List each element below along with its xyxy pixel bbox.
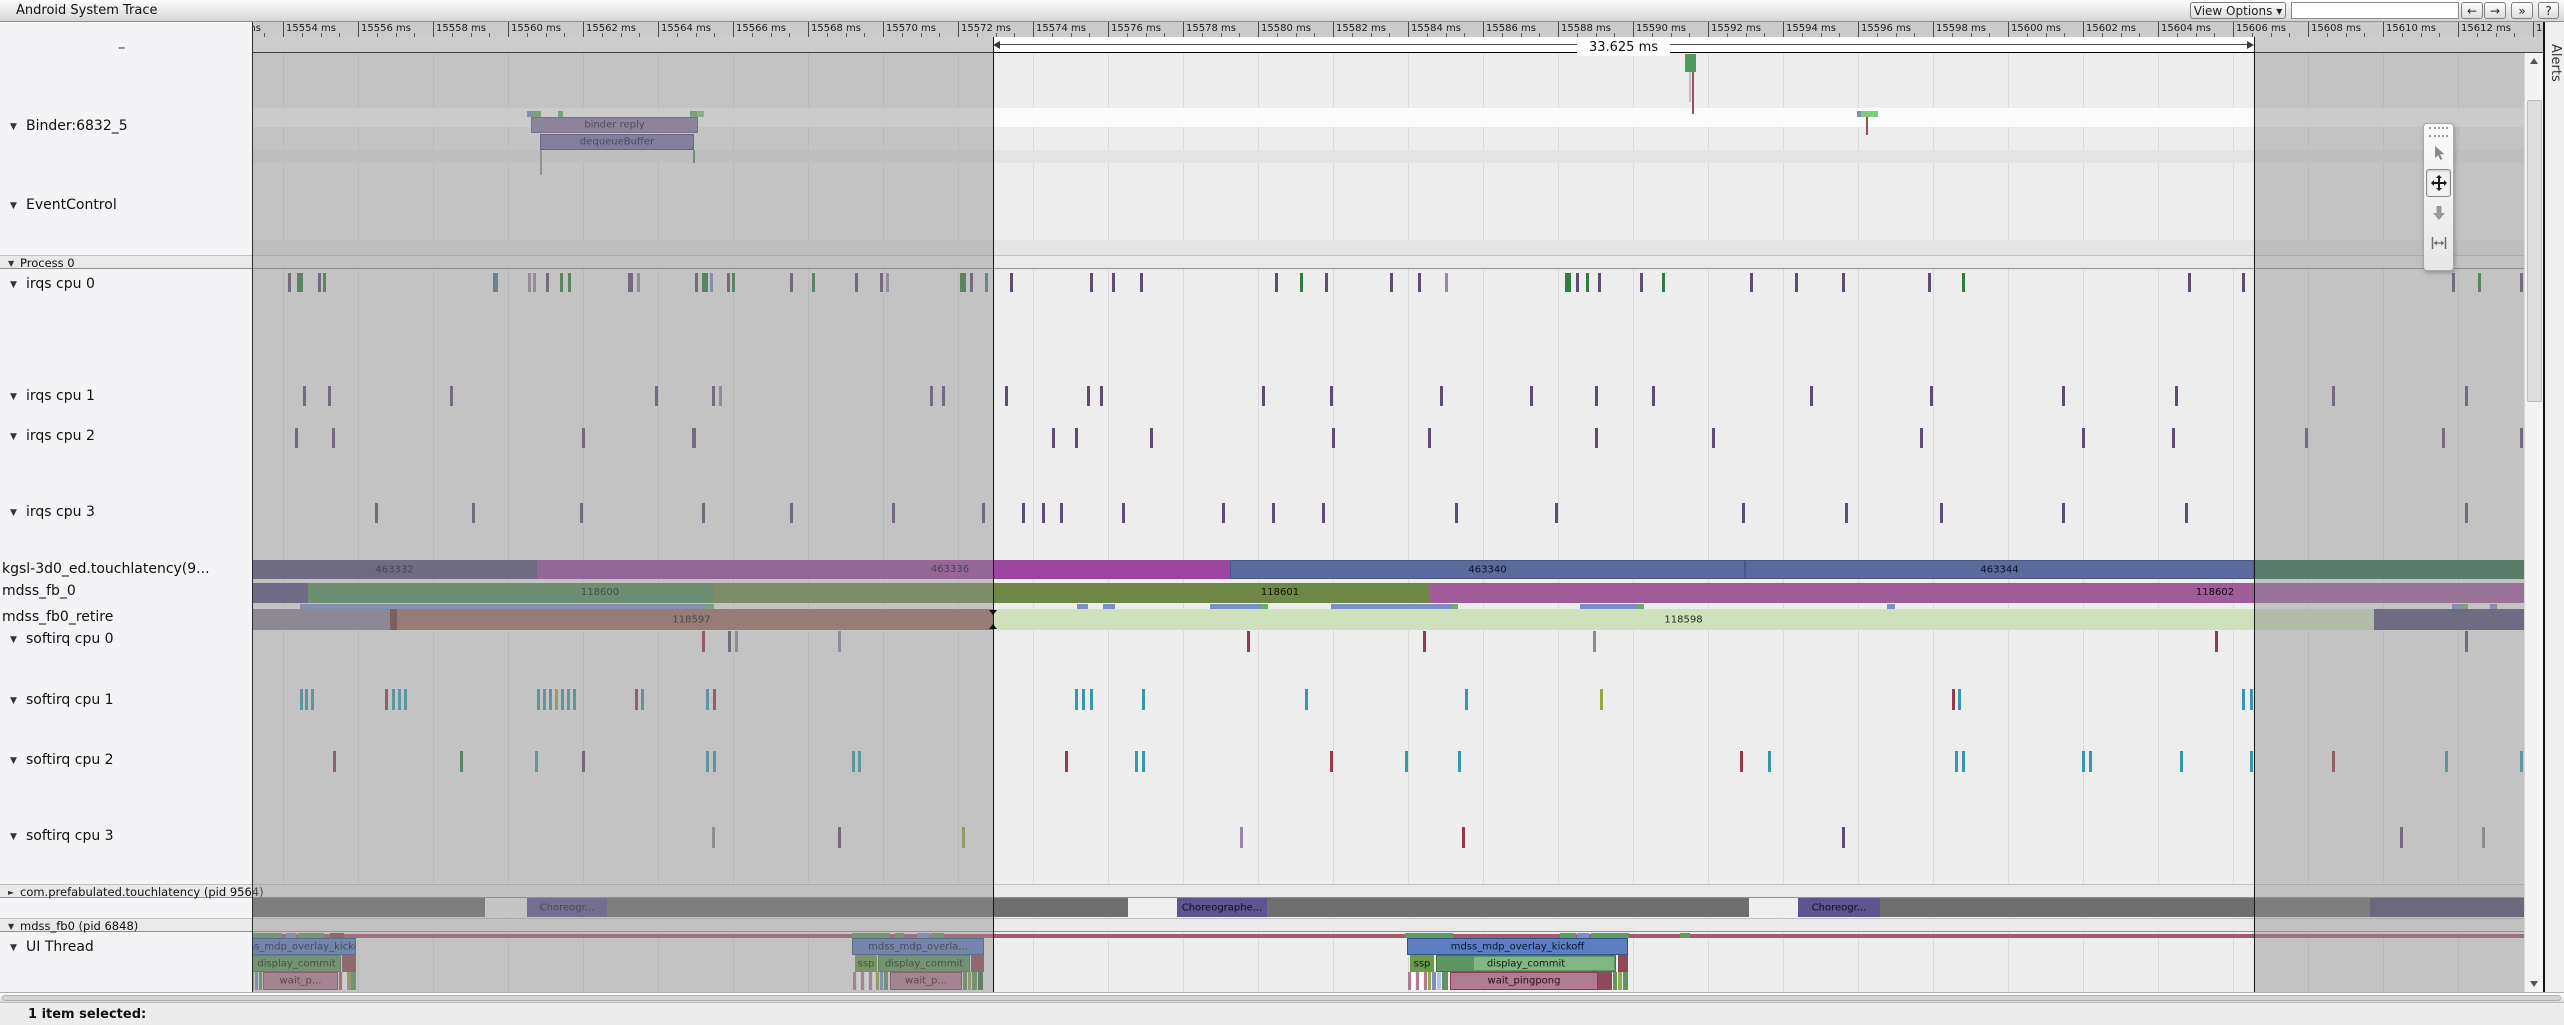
scroll-down-icon[interactable] (2530, 981, 2538, 987)
window-title: Android System Trace (16, 3, 158, 18)
expanded-triangle-icon[interactable]: ▼ (10, 508, 17, 518)
vertical-scrollbar-thumb[interactable] (2527, 100, 2542, 402)
expanded-triangle-icon[interactable]: ▼ (10, 280, 17, 290)
expanded-triangle-icon[interactable]: ▼ (10, 832, 17, 842)
expanded-triangle-icon[interactable]: ▼ (10, 432, 17, 442)
dimmed-region-left (252, 37, 993, 992)
timing-range-icon (2431, 235, 2447, 251)
back-button[interactable]: ← (2461, 2, 2483, 19)
alerts-tab-label: Alerts (2548, 44, 2563, 82)
help-button[interactable]: ? (2538, 2, 2559, 19)
measurement-readout: 33.625 ms (993, 36, 2254, 52)
sidebar-item-mdss-fb-0[interactable]: mdss_fb_0 (2, 583, 76, 599)
zoom-tool-button[interactable] (2426, 199, 2451, 227)
left-arrow-icon: ← (2467, 4, 2477, 18)
horizontal-scrollbar-thumb[interactable] (2, 995, 2561, 1001)
expanded-triangle-icon[interactable]: ▼ (10, 201, 17, 211)
expanded-triangle-icon[interactable]: ▼ (10, 392, 17, 402)
sidebar-item-mdss-fb0-retire[interactable]: mdss_fb0_retire (2, 609, 113, 625)
sidebar-item-eventcontrol[interactable]: EventControl (26, 197, 117, 213)
sidebar-divider (252, 22, 253, 992)
expanded-triangle-icon[interactable]: ▼ (10, 756, 17, 766)
title-bar: Android System Trace View Options ▾ ← → … (0, 0, 2564, 22)
chevron-down-icon: ▾ (2276, 4, 2282, 18)
horizontal-scrollbar[interactable] (0, 992, 2564, 1002)
status-text: 1 item selected: (28, 1007, 146, 1022)
sidebar-item-irqs-cpu-2[interactable]: irqs cpu 2 (26, 428, 95, 444)
sidebar-item-softirq-cpu-0[interactable]: softirq cpu 0 (26, 631, 114, 647)
forward-button[interactable]: → (2484, 2, 2506, 19)
selection-tool-button[interactable] (2426, 139, 2451, 167)
tool-panel (2423, 123, 2454, 271)
selection-line-start (993, 37, 994, 992)
view-options-label: View Options (2194, 4, 2273, 18)
fast-forward-button[interactable]: » (2511, 2, 2533, 19)
scroll-up-icon[interactable] (2530, 58, 2538, 64)
pan-icon (2431, 175, 2447, 191)
sidebar-item-softirq-cpu-1[interactable]: softirq cpu 1 (26, 692, 114, 708)
sidebar-item-kgsl-3d0[interactable]: kgsl-3d0_ed.touchlatency(9... (2, 561, 210, 577)
sidebar-item-softirq-cpu-2[interactable]: softirq cpu 2 (26, 752, 114, 768)
sidebar-item-irqs-cpu-3[interactable]: irqs cpu 3 (26, 504, 95, 520)
search-input[interactable] (2291, 2, 2459, 19)
sidebar-item-softirq-cpu-3[interactable]: softirq cpu 3 (26, 828, 114, 844)
vertical-scrollbar[interactable] (2524, 53, 2543, 992)
tool-panel-grip[interactable] (2429, 127, 2448, 137)
selection-marker-top (989, 610, 997, 615)
sidebar-item-irqs-cpu-0[interactable]: irqs cpu 0 (26, 276, 95, 292)
timing-tool-button[interactable] (2426, 229, 2451, 257)
sidebar-item-binder-6832-5[interactable]: Binder:6832_5 (26, 118, 128, 134)
pan-tool-button[interactable] (2426, 169, 2451, 197)
status-bar: 1 item selected: (0, 1002, 2564, 1025)
measurement-value: 33.625 ms (1577, 40, 1670, 56)
expanded-triangle-icon[interactable]: ▼ (10, 635, 17, 645)
alerts-panel-tab[interactable]: Alerts (2543, 22, 2564, 992)
right-arrow-icon: → (2490, 4, 2500, 18)
sidebar-item-irqs-cpu-1[interactable]: irqs cpu 1 (26, 388, 95, 404)
expanded-triangle-icon[interactable]: ▼ (10, 122, 17, 132)
question-icon: ? (2545, 4, 2551, 18)
cursor-icon (2431, 145, 2447, 161)
selection-marker-bottom (989, 624, 997, 629)
view-options-button[interactable]: View Options ▾ (2190, 2, 2286, 19)
sidebar-item-ui-thread[interactable]: UI Thread (26, 939, 94, 955)
dimmed-region-right (2254, 37, 2543, 992)
expanded-triangle-icon[interactable]: ▼ (10, 943, 17, 953)
expanded-triangle-icon[interactable]: ▼ (10, 696, 17, 706)
selection-line-end (2254, 37, 2255, 992)
double-chevron-icon: » (2518, 4, 2525, 18)
sidebar-labels: ▼ Binder:6832_5 ▼ EventControl ▼ irqs cpu 0 ▼ i… (0, 0, 252, 1025)
down-arrow-icon (2431, 205, 2447, 221)
